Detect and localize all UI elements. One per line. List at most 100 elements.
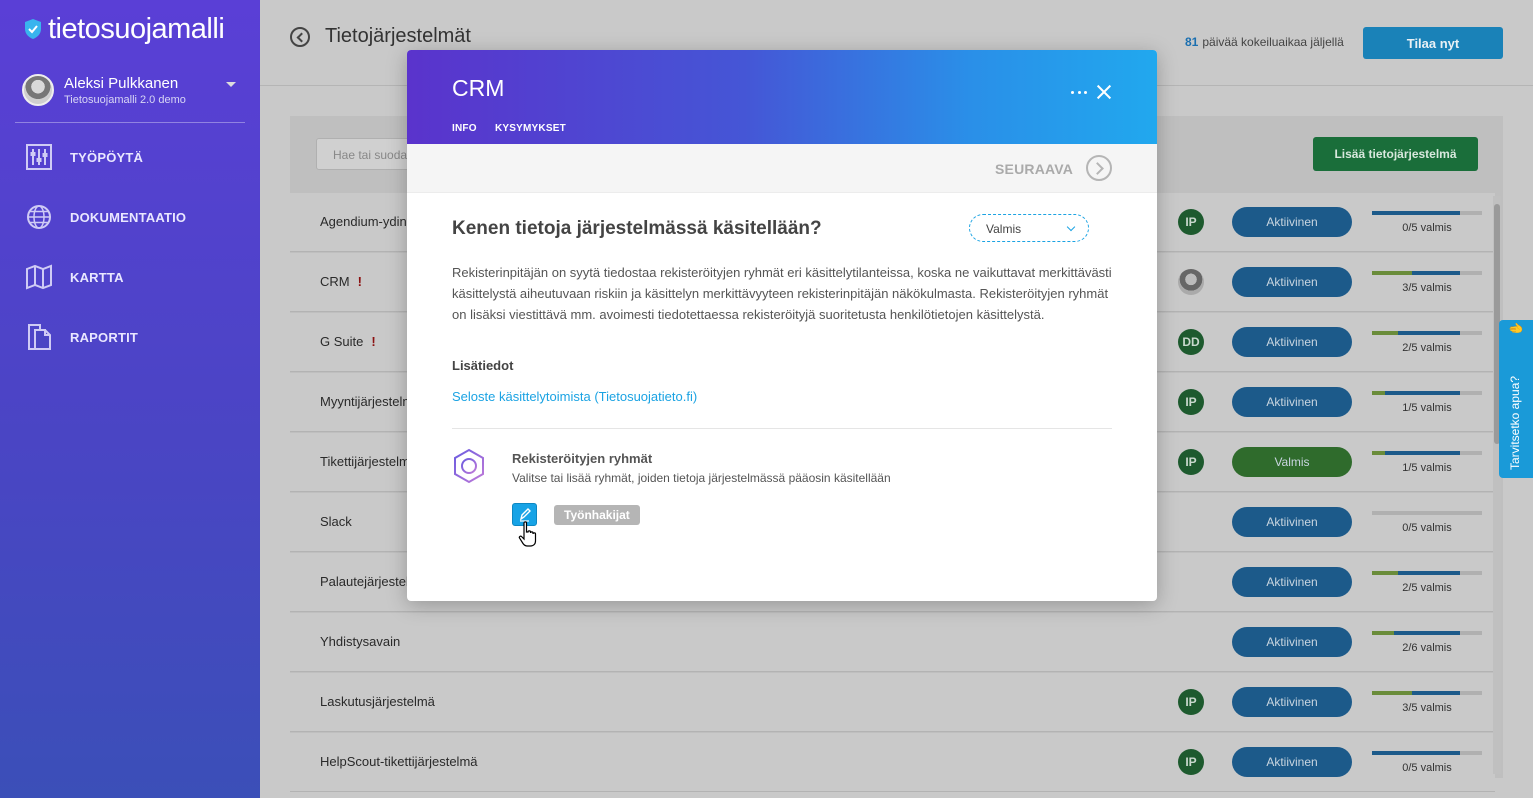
progress-bar	[1372, 511, 1482, 515]
next-label[interactable]: SEURAAVA	[995, 161, 1073, 177]
progress-remaining	[1385, 451, 1460, 455]
row-name-text: CRM	[320, 274, 350, 289]
status-badge[interactable]: Aktiivinen	[1232, 747, 1352, 777]
owner-avatar[interactable]	[1178, 269, 1204, 295]
scrollbar[interactable]	[1493, 196, 1501, 774]
row-name-text: Yhdistysavain	[320, 634, 401, 649]
progress-complete	[1372, 391, 1385, 395]
user-org: Tietosuojamalli 2.0 demo	[64, 93, 186, 106]
progress-remaining	[1412, 691, 1460, 695]
progress-text: 3/5 valmis	[1402, 702, 1452, 714]
progress-remaining	[1394, 631, 1460, 635]
row-name: Slack	[320, 514, 352, 529]
field-description: Valitse tai lisää ryhmät, joiden tietoja…	[512, 471, 891, 485]
question-description: Rekisterinpitäjän on syytä tiedostaa rek…	[452, 265, 1112, 322]
status-badge[interactable]: Aktiivinen	[1232, 687, 1352, 717]
close-icon[interactable]	[1095, 83, 1113, 101]
chevron-right-icon[interactable]	[1086, 155, 1112, 181]
progress-text: 2/6 valmis	[1402, 642, 1452, 654]
sidebar-item-kartta[interactable]: KARTTA	[26, 262, 124, 292]
status-badge[interactable]: Aktiivinen	[1232, 267, 1352, 297]
progress-complete	[1372, 631, 1394, 635]
sidebar: tietosuojamalli Aleksi Pulkkanen Tietosu…	[0, 0, 260, 798]
status-badge[interactable]: Aktiivinen	[1232, 507, 1352, 537]
user-menu[interactable]: Aleksi Pulkkanen Tietosuojamalli 2.0 dem…	[22, 70, 244, 110]
documents-icon	[28, 324, 51, 350]
owner-badge[interactable]: IP	[1178, 209, 1204, 235]
progress-remaining	[1412, 271, 1460, 275]
map-icon	[26, 264, 52, 290]
owner-badge[interactable]: DD	[1178, 329, 1204, 355]
help-tab[interactable]: ✋ Tarvitsetko apua?	[1499, 320, 1533, 478]
row-name: Tikettijärjestelmä	[320, 454, 417, 469]
page-title: Tietojärjestelmät	[325, 25, 471, 47]
row-name: Laskutusjärjestelmä	[320, 694, 435, 709]
status-badge[interactable]: Aktiivinen	[1232, 207, 1352, 237]
progress-complete	[1372, 691, 1412, 695]
row-name: CRM!	[320, 274, 362, 289]
status-select[interactable]: Valmis	[969, 214, 1089, 242]
progress-text: 2/5 valmis	[1402, 342, 1452, 354]
progress-bar	[1372, 631, 1482, 635]
avatar	[22, 74, 54, 106]
sliders-icon	[26, 144, 52, 170]
hand-cursor-icon	[518, 521, 537, 547]
back-arrow-icon[interactable]	[290, 27, 310, 47]
sidebar-item-raportit[interactable]: RAPORTIT	[26, 322, 138, 352]
table-row[interactable]: Laskutusjärjestelmä IP Aktiivinen 3/5 valmi…	[290, 673, 1495, 732]
sidebar-item-dokumentaatio[interactable]: DOKUMENTAATIO	[26, 202, 186, 232]
row-name: Agendium-ydin	[320, 214, 407, 229]
progress-text: 2/5 valmis	[1402, 582, 1452, 594]
reference-link[interactable]: Seloste käsittelytoimista (Tietosuojatie…	[452, 389, 697, 404]
table-row[interactable]: HelpScout-tikettijärjestelmä IP Aktiivinen…	[290, 733, 1495, 792]
progress-bar	[1372, 271, 1482, 275]
sidebar-item-label: KARTTA	[70, 269, 124, 285]
status-badge[interactable]: Valmis	[1232, 447, 1352, 477]
progress-bar	[1372, 451, 1482, 455]
owner-badge[interactable]: IP	[1178, 389, 1204, 415]
row-name: HelpScout-tikettijärjestelmä	[320, 754, 478, 769]
status-badge[interactable]: Aktiivinen	[1232, 567, 1352, 597]
order-button[interactable]: Tilaa nyt	[1363, 27, 1503, 59]
trial-text: päivää kokeiluaikaa jäljellä	[1202, 35, 1344, 49]
more-options-icon[interactable]	[1071, 84, 1087, 100]
progress-complete	[1372, 271, 1412, 275]
status-badge[interactable]: Aktiivinen	[1232, 327, 1352, 357]
sidebar-item-label: TYÖPÖYTÄ	[70, 149, 144, 165]
status-badge[interactable]: Aktiivinen	[1232, 627, 1352, 657]
progress-text: 0/5 valmis	[1402, 222, 1452, 234]
add-system-button[interactable]: Lisää tietojärjestelmä	[1313, 137, 1478, 171]
progress-remaining	[1372, 211, 1460, 215]
row-name-text: HelpScout-tikettijärjestelmä	[320, 754, 478, 769]
trial-days: 81	[1185, 35, 1199, 49]
brand-logo[interactable]: tietosuojamalli	[24, 12, 225, 46]
shield-icon	[25, 19, 41, 39]
progress-bar	[1372, 211, 1482, 215]
status-badge[interactable]: Aktiivinen	[1232, 387, 1352, 417]
tab-info[interactable]: INFO	[452, 123, 477, 134]
sidebar-divider	[15, 122, 245, 123]
progress-text: 0/5 valmis	[1402, 762, 1452, 774]
field-title: Rekisteröityjen ryhmät	[512, 451, 653, 466]
question-title: Kenen tietoja järjestelmässä käsitellään…	[452, 218, 822, 239]
owner-badge[interactable]: IP	[1178, 449, 1204, 475]
sidebar-item-label: DOKUMENTAATIO	[70, 209, 187, 225]
progress-complete	[1372, 571, 1398, 575]
system-modal: CRM INFO KYSYMYKSET SEURAAVA Kenen tieto…	[407, 50, 1157, 601]
tab-kysymykset[interactable]: KYSYMYKSET	[495, 123, 566, 134]
caret-down-icon[interactable]	[226, 82, 236, 87]
table-row[interactable]: Yhdistysavain Aktiivinen 2/6 valmis	[290, 613, 1495, 672]
row-name: Myyntijärjestelmä	[320, 394, 420, 409]
divider	[452, 428, 1112, 429]
owner-badge[interactable]: IP	[1178, 689, 1204, 715]
group-tag[interactable]: Työnhakijat	[554, 505, 640, 525]
modal-title: CRM	[452, 75, 505, 101]
owner-badge[interactable]: IP	[1178, 749, 1204, 775]
help-label: Tarvitsetko apua?	[1508, 375, 1522, 470]
progress-remaining	[1398, 571, 1460, 575]
warning-icon: !	[371, 334, 376, 349]
sidebar-item-tyopoyta[interactable]: TYÖPÖYTÄ	[26, 142, 143, 172]
progress-text: 1/5 valmis	[1402, 402, 1452, 414]
row-name: Yhdistysavain	[320, 634, 400, 649]
wave-icon: ✋	[1509, 321, 1523, 336]
